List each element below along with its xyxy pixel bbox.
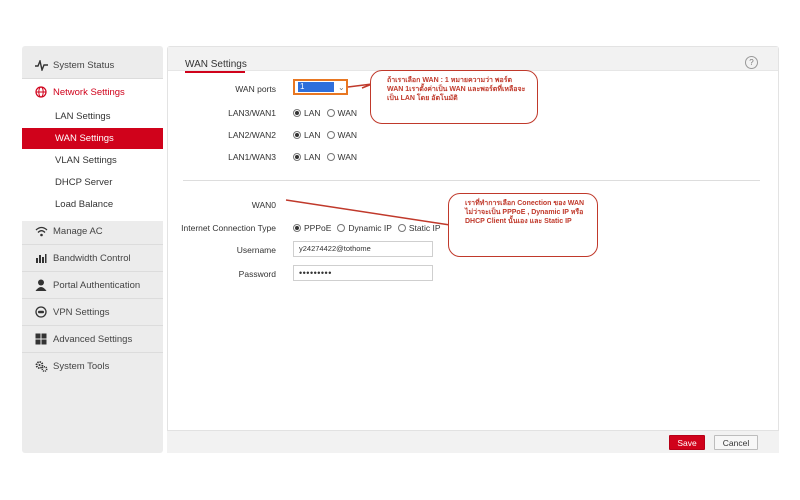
sidebar-subitem-vlan-settings[interactable]: VLAN Settings: [22, 150, 163, 171]
radio-dot: [337, 224, 346, 232]
help-icon[interactable]: ?: [745, 56, 758, 69]
radio-label: PPPoE: [304, 223, 332, 233]
radio-label: LAN: [304, 108, 321, 118]
panel-header: [168, 47, 778, 71]
gears-icon: [34, 359, 48, 373]
callout-text: ถ้าเราเลือก WAN : 1 หมายความว่า พอร์ต WA…: [387, 77, 526, 102]
sidebar-item-network-settings[interactable]: Network Settings: [22, 79, 163, 105]
sidebar-item-portal-authentication[interactable]: Portal Authentication: [22, 272, 163, 298]
radio-static-ip[interactable]: Static IP: [397, 223, 441, 233]
sidebar-item-label: Bandwidth Control: [53, 252, 131, 264]
subitem-label: DHCP Server: [55, 177, 113, 188]
sidebar-item-label: Advanced Settings: [53, 333, 133, 345]
title-underline: [185, 71, 245, 73]
radio-dot: [326, 153, 335, 161]
radio-dynamic-ip[interactable]: Dynamic IP: [337, 223, 392, 233]
sidebar-subitem-load-balance[interactable]: Load Balance: [22, 194, 163, 215]
sidebar-item-label: Portal Authentication: [53, 279, 141, 291]
radio-wan[interactable]: WAN: [326, 152, 358, 162]
grid-icon: [34, 332, 48, 346]
sidebar-item-manage-ac[interactable]: Manage AC: [22, 218, 163, 244]
password-field[interactable]: •••••••••: [293, 265, 433, 281]
radio-dot: [326, 109, 335, 117]
subitem-label: LAN Settings: [55, 111, 111, 122]
radio-wan[interactable]: WAN: [326, 130, 358, 140]
radio-label: WAN: [337, 152, 358, 162]
subitem-label: Load Balance: [55, 199, 114, 210]
port-row-label: LAN1/WAN3: [228, 152, 276, 162]
radio-label: WAN: [337, 130, 358, 140]
port-row-label: LAN3/WAN1: [228, 108, 276, 118]
username-field[interactable]: y24274422@tothome: [293, 241, 433, 257]
radio-dot: [293, 109, 301, 117]
radio-dot: [293, 224, 301, 232]
port-mode-radio-group: LAN WAN: [293, 108, 363, 118]
pulse-icon: [34, 58, 48, 72]
radio-lan[interactable]: LAN: [293, 108, 321, 118]
sidebar: System Status Network Settings LAN Setti…: [22, 46, 163, 453]
radio-dot: [293, 153, 301, 161]
wifi-icon: [34, 224, 48, 238]
annotation-callout: ถ้าเราเลือก WAN : 1 หมายความว่า พอร์ต WA…: [370, 70, 538, 124]
wan0-label: WAN0: [251, 200, 276, 210]
connection-type-label: Internet Connection Type: [181, 223, 276, 233]
radio-lan[interactable]: LAN: [293, 130, 321, 140]
sidebar-item-label: System Tools: [53, 360, 110, 372]
wan-ports-label: WAN ports: [235, 84, 276, 94]
radio-lan[interactable]: LAN: [293, 152, 321, 162]
sidebar-item-vpn-settings[interactable]: VPN Settings: [22, 299, 163, 325]
cancel-button[interactable]: Cancel: [714, 435, 758, 450]
port-mode-radio-group: LAN WAN: [293, 130, 363, 140]
radio-label: Dynamic IP: [348, 223, 392, 233]
port-mode-radio-group: LAN WAN: [293, 152, 363, 162]
sidebar-item-label: Network Settings: [53, 86, 125, 98]
vpn-icon: [34, 305, 48, 319]
radio-dot: [326, 131, 335, 139]
sidebar-item-label: Manage AC: [53, 225, 103, 237]
sidebar-subitem-lan-settings[interactable]: LAN Settings: [22, 106, 163, 127]
radio-wan[interactable]: WAN: [326, 108, 358, 118]
radio-label: LAN: [304, 152, 321, 162]
section-divider: [183, 180, 760, 181]
user-icon: [34, 278, 48, 292]
port-row-label: LAN2/WAN2: [228, 130, 276, 140]
chevron-down-icon: ⌄: [338, 82, 345, 92]
sidebar-item-label: System Status: [53, 59, 115, 71]
callout-text: เราที่ทำการเลือก Conection ของ WAN ไม่ว่…: [465, 200, 585, 225]
sidebar-item-system-status[interactable]: System Status: [22, 52, 163, 78]
page-title: WAN Settings: [185, 59, 247, 70]
sidebar-subitem-wan-settings[interactable]: WAN Settings: [22, 128, 163, 149]
sidebar-subitem-dhcp-server[interactable]: DHCP Server: [22, 172, 163, 193]
radio-pppoe[interactable]: PPPoE: [293, 223, 331, 233]
globe-icon: [34, 85, 48, 99]
save-button[interactable]: Save: [669, 435, 705, 450]
subitem-label: VLAN Settings: [55, 155, 117, 166]
password-label: Password: [238, 269, 276, 279]
wan-ports-value: 1: [298, 82, 334, 92]
sidebar-item-label: VPN Settings: [53, 306, 110, 318]
wan-ports-select[interactable]: 1 ⌄: [293, 79, 348, 95]
radio-dot: [397, 224, 406, 232]
connection-type-radio-group: PPPoE Dynamic IP Static IP: [293, 223, 447, 233]
annotation-callout: เราที่ทำการเลือก Conection ของ WAN ไม่ว่…: [448, 193, 598, 257]
bar-chart-icon: [34, 251, 48, 265]
sidebar-item-advanced-settings[interactable]: Advanced Settings: [22, 326, 163, 352]
sidebar-item-bandwidth-control[interactable]: Bandwidth Control: [22, 245, 163, 271]
radio-label: Static IP: [408, 223, 441, 233]
subitem-label: WAN Settings: [55, 133, 114, 144]
network-submenu: LAN Settings WAN Settings VLAN Settings …: [22, 105, 163, 221]
sidebar-item-system-tools[interactable]: System Tools: [22, 353, 163, 379]
radio-dot: [293, 131, 301, 139]
radio-label: LAN: [304, 130, 321, 140]
username-label: Username: [236, 245, 276, 255]
radio-label: WAN: [337, 108, 358, 118]
